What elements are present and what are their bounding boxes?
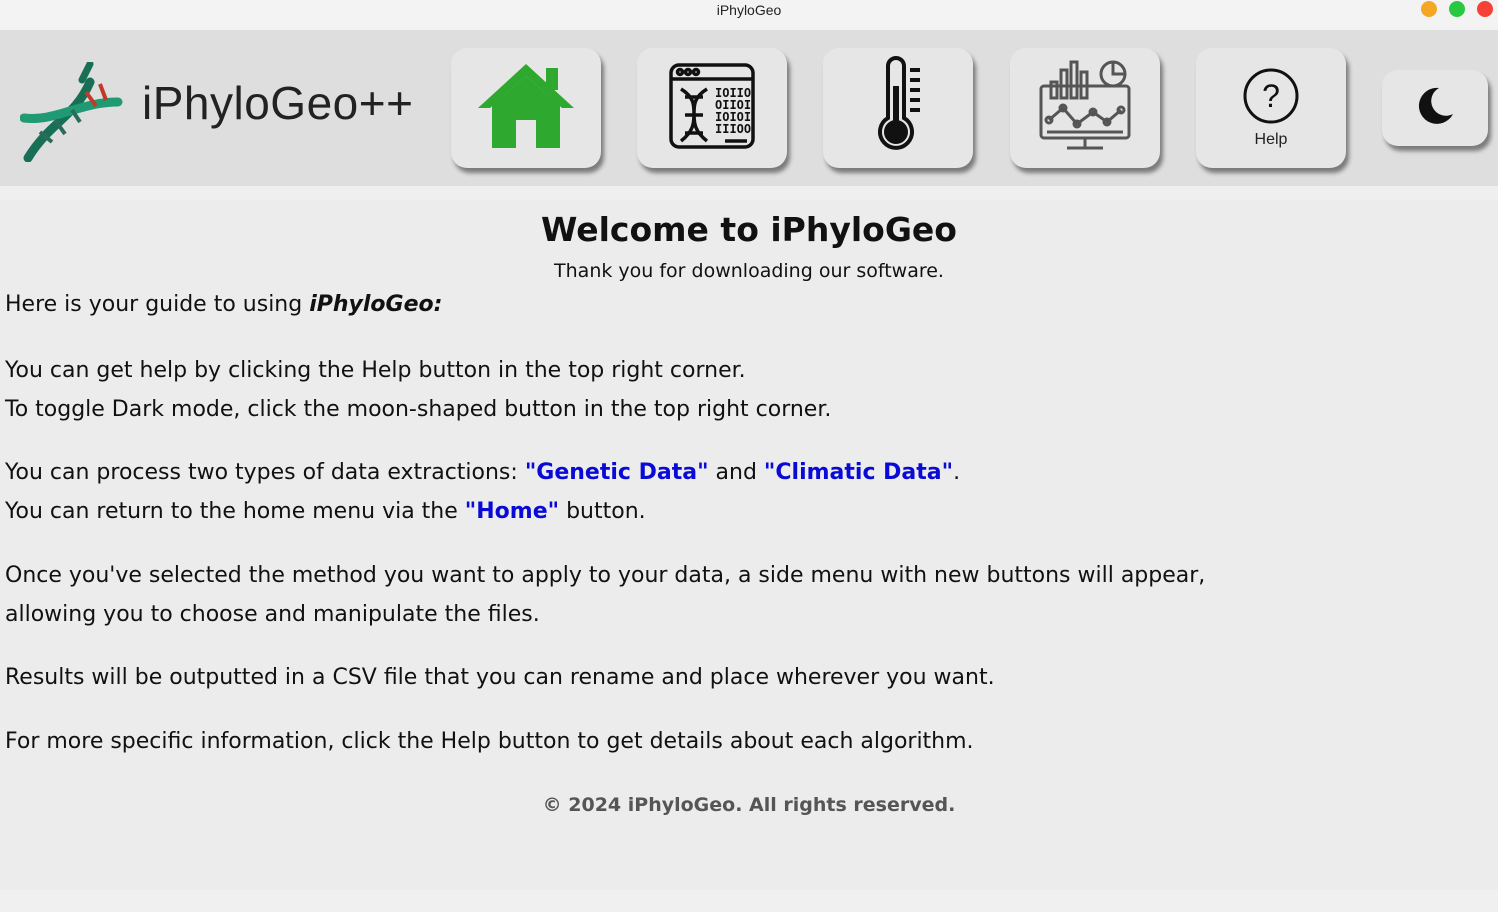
home-button[interactable]: [451, 48, 601, 168]
dna-logo-icon: [19, 60, 130, 163]
results-button[interactable]: [1010, 48, 1160, 168]
svg-text:?: ?: [1262, 78, 1280, 114]
page-subtitle: Thank you for downloading our software.: [554, 260, 944, 282]
svg-text:IIIOO: IIIOO: [715, 122, 751, 136]
home-suffix: button.: [559, 499, 646, 524]
main-content: Welcome to iPhyloGeo Thank you for downl…: [0, 200, 1498, 890]
info-instruction: For more specific information, click the…: [5, 729, 974, 754]
help-label: Help: [1254, 131, 1288, 148]
moon-icon: [1413, 84, 1457, 132]
maximize-button[interactable]: [1449, 1, 1465, 17]
process-instruction: You can process two types of data extrac…: [5, 460, 960, 485]
status-bar: [0, 890, 1498, 912]
guide-line: Here is your guide to using iPhyloGeo:: [5, 292, 442, 317]
close-button[interactable]: [1477, 1, 1493, 17]
guide-prefix: Here is your guide to using: [5, 292, 310, 317]
toolbar: iPhyloGeo++ IOIIO OIIOI IOIOI IIIOO ? He…: [0, 30, 1498, 186]
question-mark-icon: ?: [1242, 67, 1300, 129]
climatic-data-link[interactable]: "Climatic Data": [764, 460, 953, 485]
method-instruction-2: allowing you to choose and manipulate th…: [5, 602, 540, 627]
home-link[interactable]: "Home": [465, 499, 559, 524]
dark-mode-instruction: To toggle Dark mode, click the moon-shap…: [5, 397, 832, 422]
copyright: © 2024 iPhyloGeo. All rights reserved.: [542, 794, 956, 816]
window-title: iPhyloGeo: [716, 2, 782, 18]
process-prefix: You can process two types of data extrac…: [5, 460, 525, 485]
genetic-data-button[interactable]: IOIIO OIIOI IOIOI IIIOO: [637, 48, 787, 168]
climatic-data-button[interactable]: [823, 48, 973, 168]
help-instruction: You can get help by clicking the Help bu…: [5, 358, 746, 383]
method-instruction-1: Once you've selected the method you want…: [5, 563, 1206, 588]
minimize-button[interactable]: [1421, 1, 1437, 17]
guide-app-name: iPhyloGeo:: [309, 292, 443, 317]
home-prefix: You can return to the home menu via the: [5, 499, 465, 524]
analytics-dashboard-icon: [1037, 58, 1133, 158]
brand-name: iPhyloGeo++: [142, 77, 414, 129]
thermometer-icon: [868, 56, 928, 160]
and-text: and: [708, 460, 764, 485]
home-instruction: You can return to the home menu via the …: [5, 499, 646, 524]
period-text: .: [953, 460, 961, 485]
genetic-data-link[interactable]: "Genetic Data": [525, 460, 709, 485]
page-title: Welcome to iPhyloGeo: [541, 210, 957, 249]
home-icon: [476, 60, 576, 156]
window-titlebar: iPhyloGeo: [0, 0, 1498, 30]
dark-mode-toggle[interactable]: [1382, 70, 1488, 146]
results-instruction: Results will be outputted in a CSV file …: [5, 665, 995, 690]
help-button[interactable]: ? Help: [1196, 48, 1346, 168]
genetic-data-icon: IOIIO OIIOI IOIOI IIIOO: [667, 61, 757, 155]
